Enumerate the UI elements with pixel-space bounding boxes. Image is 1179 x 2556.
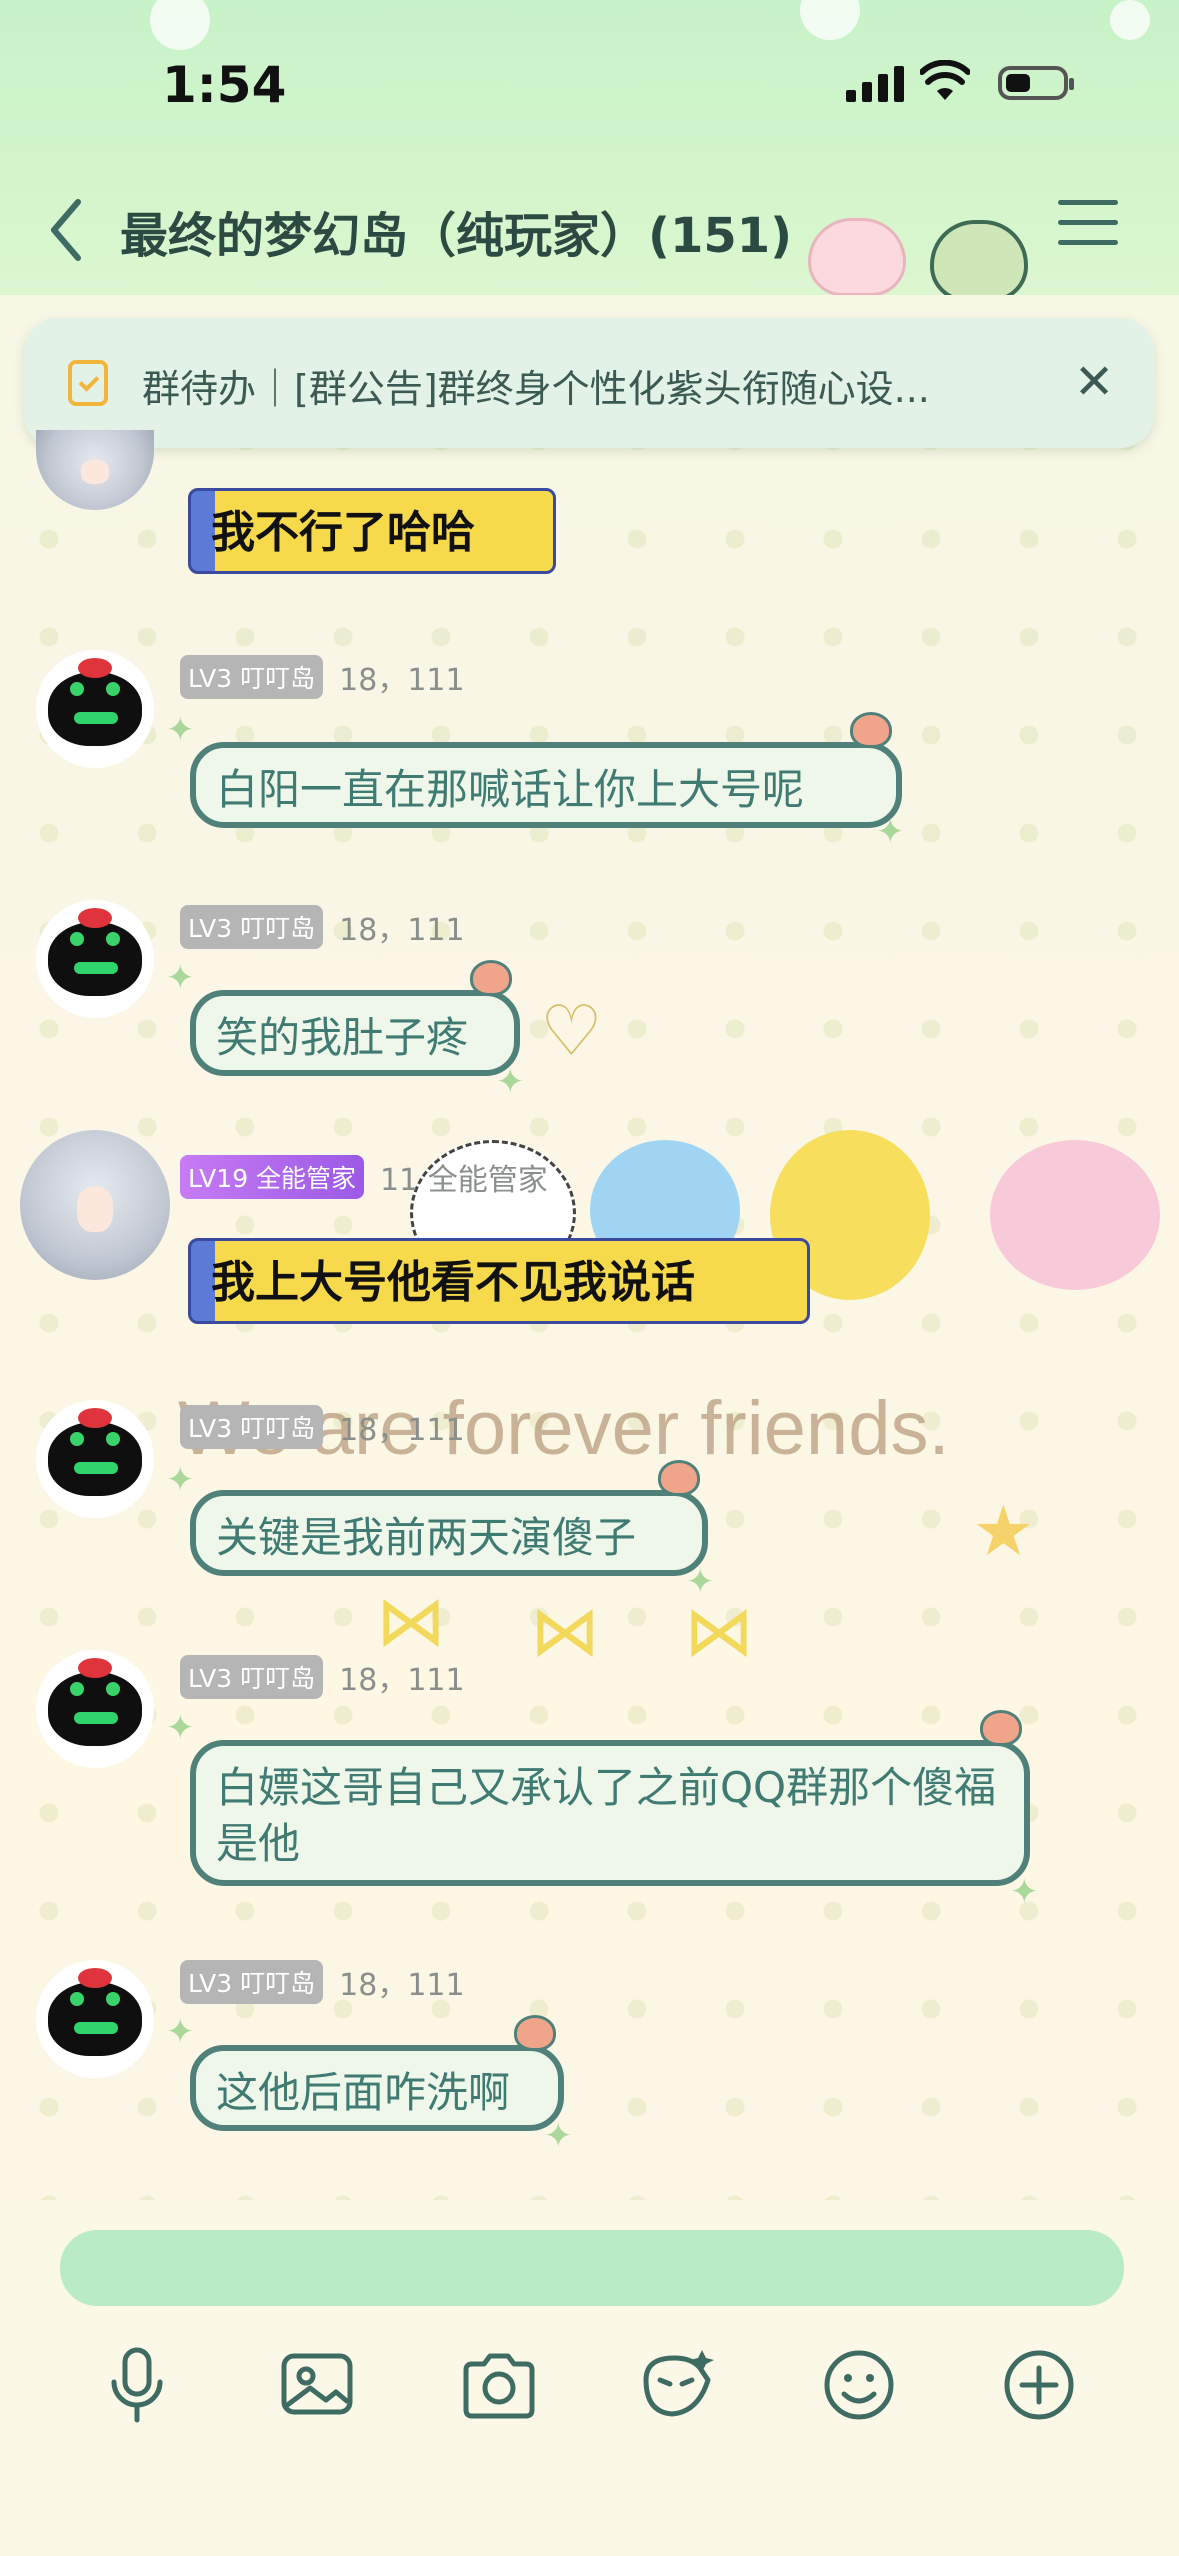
- heart-icon: ♡: [540, 990, 603, 1072]
- sender-meta: LV3 叮叮岛 18，111: [180, 905, 465, 949]
- notice-text: 群待办｜[群公告]群终身个性化紫头衔随心设...: [142, 367, 930, 411]
- battery-icon: [998, 66, 1074, 100]
- sparkle-icon: ✦: [544, 2116, 573, 2156]
- message-bubble[interactable]: 白嫖这哥自己又承认了之前QQ群那个傻福是他: [190, 1740, 1030, 1886]
- level-badge: LV19 全能管家: [180, 1155, 365, 1199]
- microphone-icon[interactable]: [92, 2340, 182, 2430]
- peach-icon: [514, 2015, 556, 2051]
- sender-nickname[interactable]: 18，111: [339, 1960, 464, 2004]
- level-badge: LV3 叮叮岛: [180, 1655, 324, 1699]
- plus-icon[interactable]: [994, 2340, 1084, 2430]
- sender-nickname[interactable]: 11 全能管家: [380, 1155, 548, 1199]
- sender-nickname[interactable]: 18，111: [339, 655, 464, 699]
- level-badge: LV3 叮叮岛: [180, 655, 324, 699]
- decor-blob: [1110, 0, 1150, 40]
- sender-nickname[interactable]: 18，111: [339, 905, 464, 949]
- sender-meta: LV3 叮叮岛 18，111: [180, 1655, 465, 1699]
- decor-blob: [150, 0, 210, 50]
- avatar[interactable]: [36, 1960, 154, 2078]
- pig-sticker-icon: [808, 218, 906, 295]
- signal-icon: [846, 66, 904, 102]
- chevron-left-icon: [51, 199, 81, 261]
- sparkle-icon: ✦: [876, 812, 905, 852]
- bow-icon: ⋈: [684, 1590, 754, 1672]
- message-bubble[interactable]: 我上大号他看不见我说话: [188, 1238, 810, 1324]
- sender-meta: LV3 叮叮岛 18，111: [180, 1960, 465, 2004]
- sticker-icon: [990, 1140, 1160, 1290]
- sender-meta: LV19 全能管家 11 全能管家: [180, 1155, 548, 1199]
- wifi-icon: [919, 59, 971, 106]
- sticker-icon[interactable]: [632, 2340, 722, 2430]
- message-bubble[interactable]: 我不行了哈哈: [188, 488, 556, 574]
- star-icon: ★: [972, 1490, 1035, 1572]
- frog-sticker-icon: [930, 220, 1028, 295]
- avatar[interactable]: [36, 1400, 154, 1518]
- avatar[interactable]: [36, 650, 154, 768]
- message-bubble[interactable]: 这他后面咋洗啊: [190, 2045, 564, 2131]
- sender-nickname[interactable]: 18，111: [339, 1655, 464, 1699]
- sparkle-icon: ✦: [166, 1708, 195, 1748]
- level-badge: LV3 叮叮岛: [180, 905, 324, 949]
- peach-icon: [658, 1460, 700, 1496]
- sender-meta: LV3 叮叮岛 18，111: [180, 655, 465, 699]
- sparkle-icon: ✦: [166, 958, 195, 998]
- top-bar: 1:54 最终的梦幻岛（纯玩家）(151): [0, 0, 1179, 295]
- sender-meta: LV3 叮叮岛 18，111: [180, 1405, 465, 1449]
- emoji-icon[interactable]: [814, 2340, 904, 2430]
- decor-blob: [800, 0, 860, 40]
- level-badge: LV3 叮叮岛: [180, 1405, 324, 1449]
- todo-icon: [68, 360, 108, 406]
- message-bubble[interactable]: 笑的我肚子疼: [190, 990, 520, 1076]
- back-button[interactable]: [40, 190, 100, 270]
- bow-icon: ⋈: [376, 1580, 446, 1662]
- camera-icon[interactable]: [454, 2340, 544, 2430]
- bow-icon: ⋈: [530, 1590, 600, 1672]
- sparkle-icon: ✦: [166, 2012, 195, 2052]
- avatar[interactable]: [36, 900, 154, 1018]
- message-bubble[interactable]: 关键是我前两天演傻子: [190, 1490, 708, 1576]
- sparkle-icon: ✦: [1010, 1872, 1039, 1912]
- sparkle-icon: ✦: [166, 1460, 195, 1500]
- peach-icon: [470, 960, 512, 996]
- group-title[interactable]: 最终的梦幻岛（纯玩家）(151): [120, 196, 792, 266]
- image-icon[interactable]: [272, 2340, 362, 2430]
- status-time: 1:54: [162, 56, 287, 114]
- sparkle-icon: ✦: [496, 1062, 525, 1102]
- peach-icon: [980, 1710, 1022, 1746]
- peach-icon: [850, 712, 892, 748]
- message-bubble[interactable]: 白阳一直在那喊话让你上大号呢: [190, 742, 902, 828]
- avatar[interactable]: [36, 1650, 154, 1768]
- group-notice-banner[interactable]: 群待办｜[群公告]群终身个性化紫头衔随心设... ✕: [24, 318, 1154, 448]
- level-badge: LV3 叮叮岛: [180, 1960, 324, 2004]
- input-panel: [0, 2200, 1179, 2556]
- message-input[interactable]: [60, 2230, 1124, 2306]
- close-icon[interactable]: ✕: [1074, 358, 1114, 406]
- menu-button[interactable]: [1058, 200, 1118, 250]
- sender-nickname[interactable]: 18，111: [339, 1405, 464, 1449]
- avatar[interactable]: [20, 1130, 170, 1280]
- sparkle-icon: ✦: [166, 710, 195, 750]
- input-toolbar: [0, 2340, 1179, 2450]
